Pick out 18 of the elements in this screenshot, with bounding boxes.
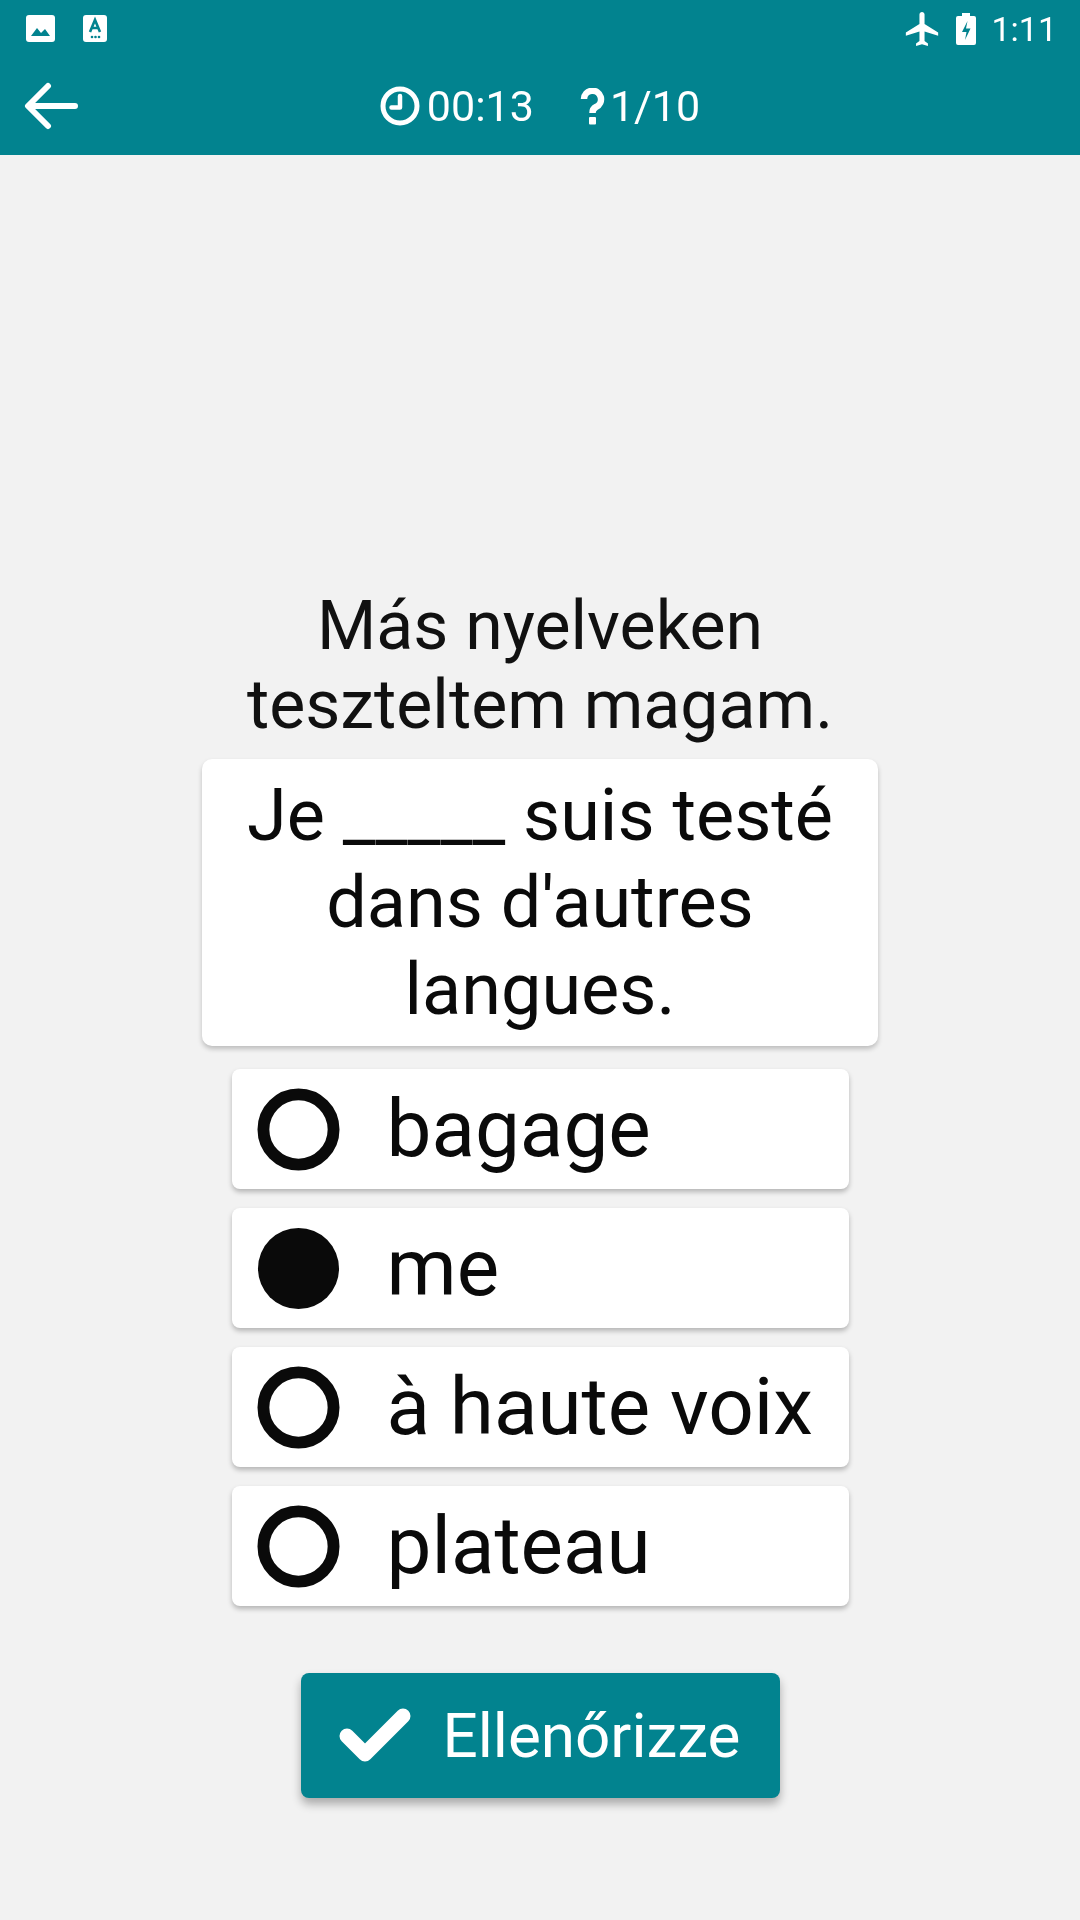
status-time: 1:11	[991, 11, 1057, 46]
text-icon	[83, 15, 107, 42]
answer-option[interactable]: plateau	[231, 1486, 849, 1606]
clock-icon	[379, 86, 420, 126]
answer-option[interactable]: à haute voix	[231, 1347, 849, 1467]
answer-option[interactable]: bagage	[231, 1069, 849, 1189]
check-button[interactable]: Ellenőrizze	[300, 1673, 780, 1798]
prompt-text: Más nyelveken teszteltem magam.	[245, 587, 835, 745]
back-arrow-icon	[24, 82, 78, 130]
battery-charging-icon	[956, 12, 977, 45]
image-icon	[26, 15, 55, 42]
question-counter: 1/10	[609, 84, 701, 128]
checkmark-icon	[338, 1708, 411, 1763]
sentence-text: Je _____ suis testé dans d'autres langues.	[245, 772, 835, 1033]
answer-option[interactable]: me	[231, 1208, 849, 1328]
question-icon	[579, 87, 605, 125]
timer-text: 00:13	[426, 84, 534, 128]
airplane-icon	[905, 11, 940, 46]
